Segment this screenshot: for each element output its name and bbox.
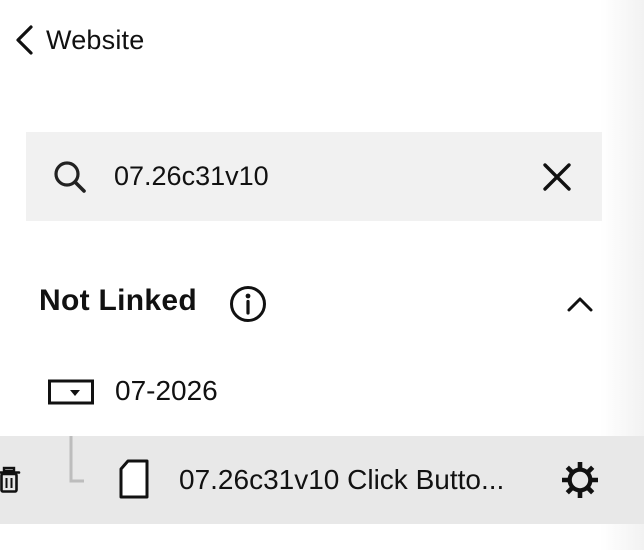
search-input[interactable]: [114, 154, 514, 198]
page-label: 07.26c31v10 Click Butto...: [179, 464, 505, 495]
chevron-left-icon: [16, 25, 33, 55]
folder-label: 07-2026: [115, 375, 218, 406]
page-row[interactable]: 07.26c31v10 Click Butto...: [0, 436, 644, 524]
back-button[interactable]: Website: [12, 20, 144, 60]
folder-row[interactable]: 07-2026: [40, 366, 600, 418]
info-icon[interactable]: [229, 285, 267, 323]
trash-icon[interactable]: [0, 466, 22, 494]
page-icon: [119, 459, 149, 499]
section-title: Not Linked: [39, 284, 197, 317]
search-bar: [26, 132, 602, 221]
chevron-up-icon[interactable]: [564, 290, 596, 318]
close-icon[interactable]: [540, 160, 574, 194]
pages-panel: Website Not Linked 07-2026: [0, 0, 644, 550]
search-icon: [54, 161, 86, 193]
gear-icon[interactable]: [560, 460, 600, 500]
tree-connector: [69, 436, 84, 483]
dropdown-folder-icon: [48, 379, 94, 405]
back-label: Website: [46, 24, 145, 55]
